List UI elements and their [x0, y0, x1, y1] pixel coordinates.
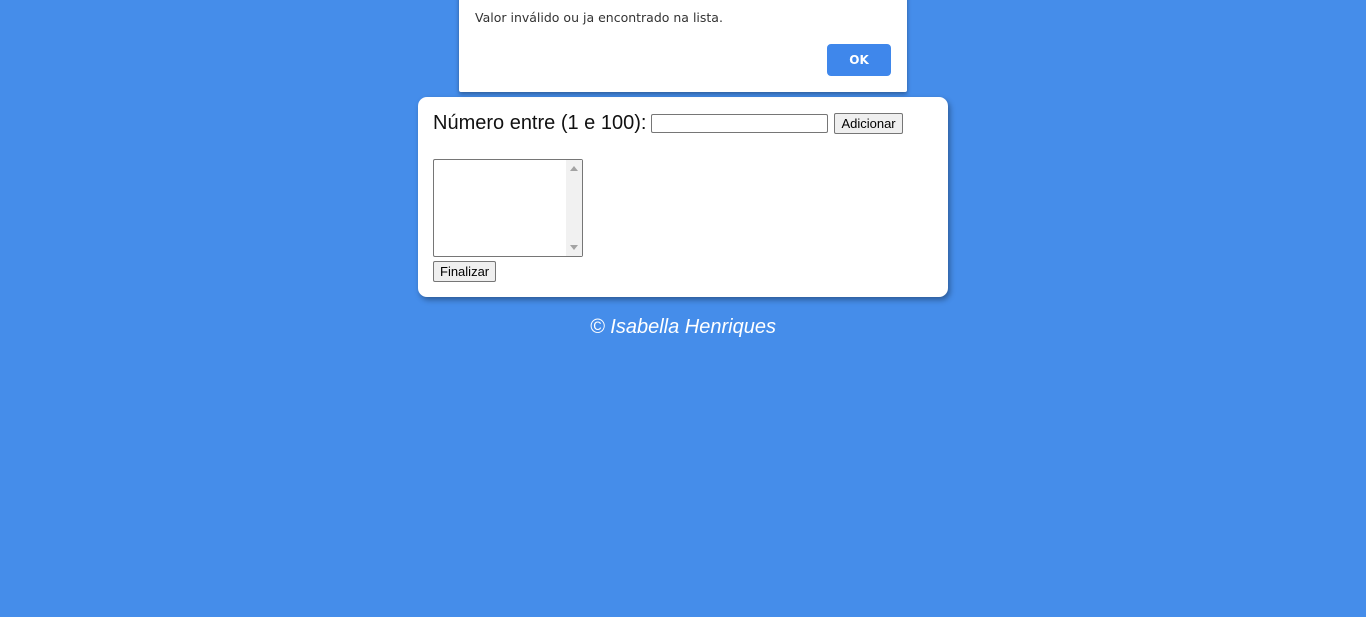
- number-label: Número entre (1 e 100):: [433, 112, 647, 134]
- list-scrollbar[interactable]: [566, 160, 582, 256]
- alert-dialog: Valor inválido ou ja encontrado na lista…: [459, 0, 907, 92]
- alert-ok-button[interactable]: OK: [827, 44, 891, 76]
- scroll-up-arrow-icon[interactable]: [570, 166, 578, 171]
- page: Valor inválido ou ja encontrado na lista…: [0, 0, 1366, 617]
- finish-button[interactable]: Finalizar: [433, 261, 497, 282]
- footer-credit: © Isabella Henriques: [590, 316, 776, 338]
- number-input[interactable]: [651, 114, 829, 133]
- number-form-card: Número entre (1 e 100): Adicionar Finali…: [418, 97, 948, 297]
- number-list[interactable]: [433, 159, 583, 257]
- alert-message: Valor inválido ou ja encontrado na lista…: [475, 10, 723, 25]
- add-button[interactable]: Adicionar: [834, 113, 903, 134]
- scroll-down-arrow-icon[interactable]: [570, 245, 578, 250]
- input-row: Número entre (1 e 100): Adicionar: [433, 112, 903, 135]
